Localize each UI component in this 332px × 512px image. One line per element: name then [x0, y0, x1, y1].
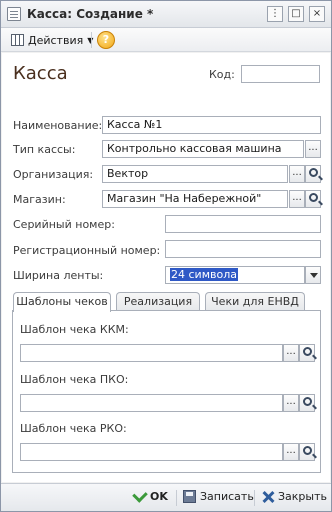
maximize-button[interactable]: □	[288, 6, 304, 22]
search-icon	[303, 397, 312, 406]
form-body: Касса Код: Наименование: Касса №1 Тип ка…	[2, 53, 330, 482]
ok-button[interactable]: OK	[132, 487, 168, 503]
registration-number-input[interactable]	[165, 240, 321, 258]
title-bar[interactable]: Касса: Создание * ⋮ □ ×	[1, 1, 331, 28]
register-type-input[interactable]: Контрольно кассовая машина	[102, 140, 304, 158]
search-icon	[303, 347, 312, 356]
register-type-select-button[interactable]: ...	[305, 140, 321, 158]
kkm-template-input[interactable]	[20, 344, 283, 362]
organization-select-button[interactable]: ...	[289, 165, 305, 183]
checkmark-icon	[132, 487, 148, 503]
close-icon	[262, 491, 274, 503]
tab-envd-receipts[interactable]: Чеки для ЕНВД	[205, 292, 305, 311]
rko-template-select-button[interactable]: ...	[283, 443, 299, 461]
organization-label: Организация:	[13, 168, 94, 181]
search-icon	[303, 446, 312, 455]
tape-width-value: 24 символа	[170, 268, 238, 281]
close-label: Закрыть	[278, 490, 327, 503]
store-input[interactable]: Магазин "На Набережной"	[102, 190, 288, 208]
pko-template-input[interactable]	[20, 394, 283, 412]
close-button[interactable]: Закрыть	[262, 490, 327, 503]
rko-template-label: Шаблон чека РКО:	[20, 422, 127, 435]
organization-open-button[interactable]	[305, 165, 321, 183]
tab-panel: Шаблон чека ККМ: ... Шаблон чека ПКО: ..…	[12, 310, 321, 473]
kkm-template-select-button[interactable]: ...	[283, 344, 299, 362]
actions-label: Действия	[28, 33, 84, 47]
name-input[interactable]: Касса №1	[102, 116, 321, 134]
ok-label: OK	[150, 490, 168, 503]
pko-template-label: Шаблон чека ПКО:	[20, 373, 129, 386]
help-button[interactable]: ?	[97, 31, 115, 49]
actions-icon	[11, 34, 24, 46]
save-button[interactable]: Записать	[183, 490, 254, 503]
save-label: Записать	[200, 490, 254, 503]
pko-template-open-button[interactable]	[299, 394, 315, 412]
tab-sales[interactable]: Реализация	[116, 292, 200, 311]
tab-receipt-templates[interactable]: Шаблоны чеков	[13, 292, 111, 312]
search-icon	[309, 168, 318, 177]
tape-width-label: Ширина ленты:	[13, 269, 104, 282]
search-icon	[309, 193, 318, 202]
name-label: Наименование:	[13, 119, 103, 132]
footer-bar: OK Записать Закрыть	[1, 483, 331, 511]
footer-separator	[176, 490, 177, 506]
form-icon	[7, 7, 21, 21]
floppy-disk-icon	[183, 490, 196, 503]
organization-input[interactable]: Вектор	[102, 165, 288, 183]
store-label: Магазин:	[13, 193, 66, 206]
rko-template-open-button[interactable]	[299, 443, 315, 461]
serial-number-label: Серийный номер:	[13, 218, 115, 231]
toolbar-separator	[91, 32, 92, 48]
rko-template-input[interactable]	[20, 443, 283, 461]
register-type-label: Тип кассы:	[13, 143, 76, 156]
form-heading: Касса	[13, 63, 68, 84]
serial-number-input[interactable]	[165, 215, 321, 233]
more-menu-button[interactable]: ⋮	[267, 6, 283, 22]
store-open-button[interactable]	[305, 190, 321, 208]
store-select-button[interactable]: ...	[289, 190, 305, 208]
code-label: Код:	[209, 68, 235, 81]
catalog-item-window: Касса: Создание * ⋮ □ × Действия ▼ ? Кас…	[0, 0, 332, 512]
pko-template-select-button[interactable]: ...	[283, 394, 299, 412]
kkm-template-label: Шаблон чека ККМ:	[20, 323, 129, 336]
actions-menu-button[interactable]: Действия ▼	[7, 31, 97, 49]
footer-separator	[254, 490, 255, 506]
code-input[interactable]	[241, 65, 320, 83]
registration-number-label: Регистрационный номер:	[13, 244, 161, 257]
tape-width-select[interactable]: 24 символа	[165, 266, 305, 284]
window-title: Касса: Создание *	[27, 7, 154, 21]
toolbar: Действия ▼ ?	[1, 28, 331, 52]
kkm-template-open-button[interactable]	[299, 344, 315, 362]
tape-width-dropdown-button[interactable]	[305, 266, 321, 284]
close-window-button[interactable]: ×	[309, 6, 325, 22]
